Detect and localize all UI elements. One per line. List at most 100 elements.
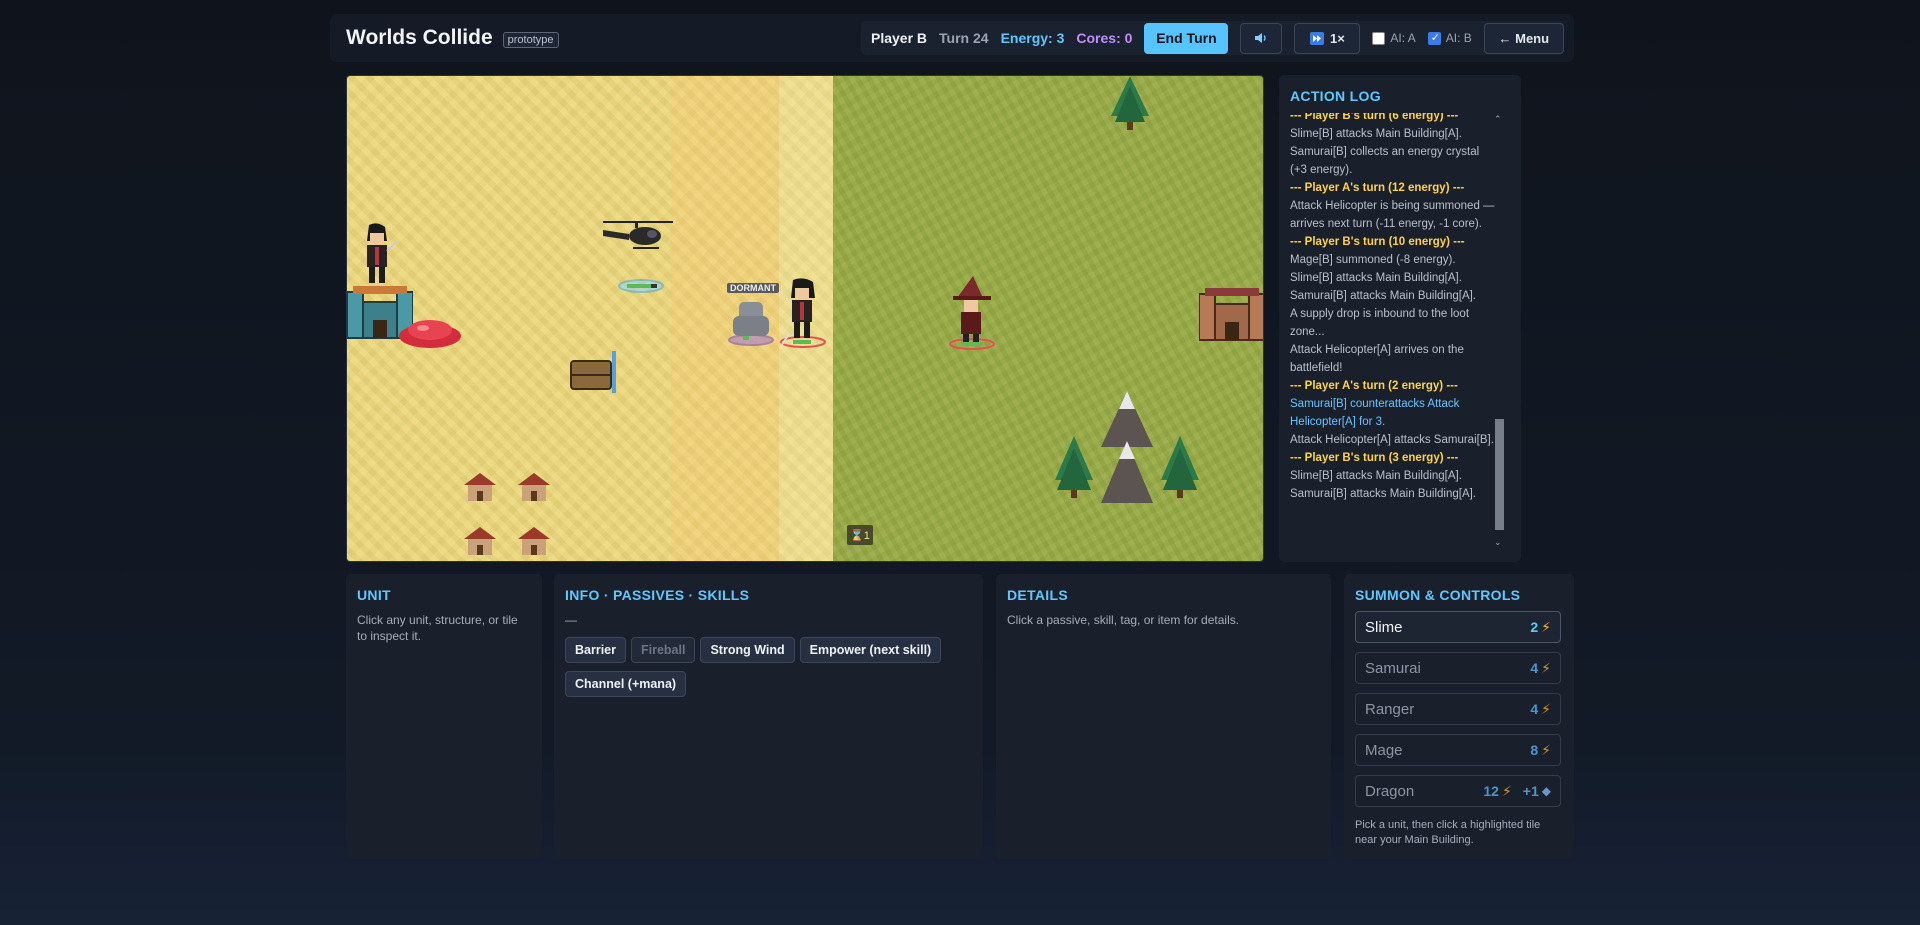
mountains [1101,391,1153,503]
summon-hint: Pick a unit, then click a highlighted ti… [1355,819,1541,846]
dormant-label: DORMANT [727,283,779,293]
desert-village[interactable] [462,471,562,561]
unit-mage-b[interactable] [947,276,997,352]
energy-cost-value: 4 [1530,701,1539,717]
fast-forward-icon [1310,31,1324,45]
pine-tree-3 [1161,436,1199,498]
energy-cost-value: 8 [1530,742,1539,758]
details-panel: DETAILS Click a passive, skill, tag, or … [996,574,1331,859]
log-entry: Samurai[B] collects an energy crystal (+… [1290,146,1480,176]
info-panel-title: INFO · PASSIVES · SKILLS [565,587,750,603]
game-title-group: Worlds Collide prototype [346,26,559,50]
scroll-down-icon[interactable]: ⌄ [1494,537,1502,548]
speaker-icon [1255,33,1267,43]
supply-crate[interactable] [569,351,617,399]
action-log-body[interactable]: --- Player B's turn (6 energy) --- Slime[… [1290,113,1496,553]
log-turn-header: --- Player B's turn (10 energy) --- [1290,236,1465,248]
log-entry: Attack Helicopter[A] arrives on the batt… [1290,344,1464,374]
energy-cost-value: 4 [1530,660,1539,676]
supply-timer[interactable]: ⌛1 [847,525,873,545]
summon-cost: 4 ⚡ [1530,701,1551,718]
summon-unit-name: Samurai [1365,659,1421,677]
summon-unit-name: Slime [1365,618,1403,636]
summon-mage-button[interactable]: Mage 8 ⚡ [1355,734,1561,766]
summon-unit-name: Ranger [1365,700,1415,718]
end-turn-button[interactable]: End Turn [1144,22,1229,54]
skill-chip-empower-next-skill[interactable]: Empower (next skill) [799,637,942,663]
scroll-up-icon[interactable]: ⌃ [1494,114,1502,125]
turn-counter: Turn 24 [939,30,989,46]
speed-button[interactable]: 1× [1294,22,1361,54]
summon-samurai-button[interactable]: Samurai 4 ⚡ [1355,652,1561,684]
ai-b-label: AI: B [1445,31,1472,45]
ai-b-toggle[interactable]: AI: B [1427,31,1472,45]
summon-ranger-button[interactable]: Ranger 4 ⚡ [1355,693,1561,725]
summon-panel-title: SUMMON & CONTROLS [1355,587,1521,603]
summon-cost: 12 ⚡ +1 ◆ [1483,783,1551,800]
info-panel: INFO · PASSIVES · SKILLS — Barrier Fireba… [554,574,983,859]
unit-panel-text: Click any unit, structure, or tile to in… [357,613,518,643]
energy-bolt-icon: ⚡ [1541,618,1551,635]
ai-a-toggle[interactable]: AI: A [1372,31,1416,45]
action-log-scrollbar[interactable]: ⌃ ⌄ [1493,114,1505,548]
skill-chip-fireball[interactable]: Fireball [631,637,696,663]
ai-a-checkbox[interactable] [1372,31,1386,45]
unit-panel: UNIT Click any unit, structure, or tile … [346,574,542,859]
top-bar: Worlds Collide prototype Player B Turn 2… [330,14,1574,62]
cores-counter: Cores: 0 [1076,30,1133,46]
summon-panel: SUMMON & CONTROLS Slime 2 ⚡ Samurai 4 ⚡ Ranger… [1344,574,1574,859]
prototype-badge: prototype [502,31,559,48]
energy-cost-value: 12 [1483,783,1499,799]
menu-button[interactable]: ← Menu [1483,22,1564,54]
summon-cost: 2 ⚡ [1530,619,1551,636]
unit-slime-b[interactable] [397,316,463,348]
log-entry: Mage[B] summoned (-8 energy). [1290,254,1456,266]
game-board[interactable]: DORMANT ⌛1 [346,75,1264,562]
unit-dormant-golem[interactable] [727,296,775,346]
game-title: Worlds Collide [346,26,493,49]
ai-b-checkbox[interactable] [1427,31,1441,45]
skill-chip-channel-mana[interactable]: Channel (+mana) [565,671,687,697]
helicopter-shadow-ring [618,279,664,293]
skill-chip-barrier[interactable]: Barrier [565,637,626,663]
log-entry: Slime[B] attacks Main Building[A]. [1290,272,1462,284]
energy-cost-value: 2 [1530,619,1539,635]
log-turn-header: --- Player A's turn (2 energy) --- [1290,380,1458,392]
summon-dragon-button[interactable]: Dragon 12 ⚡ +1 ◆ [1355,775,1561,807]
unit-samurai-b[interactable] [779,276,829,350]
scroll-thumb[interactable] [1495,419,1504,530]
log-entry: Samurai[B] attacks Main Building[A]. [1290,290,1476,302]
unit-attack-helicopter-a[interactable] [597,216,677,256]
main-building-b[interactable] [1199,288,1264,344]
ai-a-label: AI: A [1390,31,1416,45]
log-entry: Samurai[B] attacks Main Building[A]. [1290,488,1476,500]
pine-tree [1111,76,1149,130]
unit-samurai-a[interactable] [355,221,399,287]
log-entry: Samurai[B] counterattacks Attack Helicop… [1290,398,1460,428]
log-entry: Attack Helicopter[A] attacks Samurai[B]. [1290,434,1494,446]
log-turn-header: --- Player B's turn (6 energy) --- [1290,113,1459,122]
info-placeholder: — [565,613,577,627]
unit-panel-title: UNIT [357,587,391,603]
current-player: Player B [871,30,928,46]
energy-bolt-icon: ⚡ [1541,659,1551,676]
action-log-list: --- Player B's turn (6 energy) --- Slime[… [1290,113,1496,503]
core-cost-value: +1 [1522,783,1539,799]
energy-bolt-icon: ⚡ [1541,741,1551,758]
energy-bolt-icon: ⚡ [1541,700,1551,717]
log-turn-header: --- Player B's turn (3 energy) --- [1290,452,1459,464]
action-log-panel: ACTION LOG --- Player B's turn (6 energy… [1279,75,1521,562]
sound-toggle-button[interactable] [1240,22,1283,54]
log-entry: Attack Helicopter is being summoned — ar… [1290,200,1495,230]
energy-bolt-icon: ⚡ [1501,782,1512,799]
details-panel-text: Click a passive, skill, tag, or item for… [1007,613,1240,627]
summon-slime-button[interactable]: Slime 2 ⚡ [1355,611,1561,643]
energy-counter: Energy: 3 [1000,30,1065,46]
action-log-title: ACTION LOG [1290,88,1381,104]
pine-tree-2 [1055,436,1093,498]
skill-chip-strong-wind[interactable]: Strong Wind [700,637,795,663]
summon-cost: 4 ⚡ [1530,660,1551,677]
log-entry: Slime[B] attacks Main Building[A]. [1290,470,1462,482]
log-entry: A supply drop is inbound to the loot zon… [1290,308,1470,338]
skill-chip-list: Barrier Fireball Strong Wind Empower (next … [565,637,975,705]
